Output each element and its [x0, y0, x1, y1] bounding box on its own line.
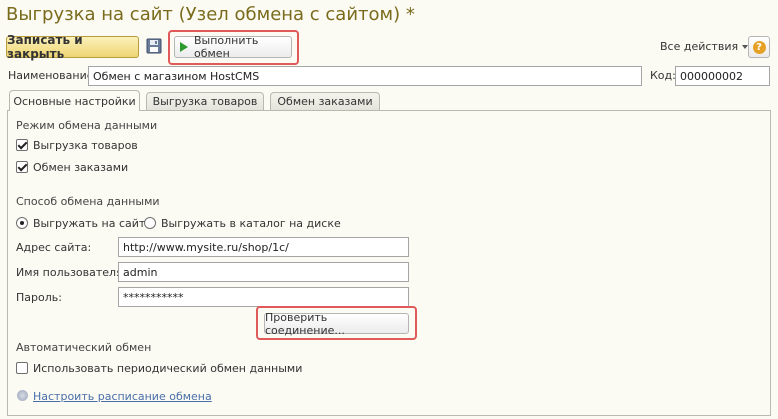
upload-to-disk-radio[interactable] [144, 217, 156, 229]
site-address-label: Адрес сайта: [16, 241, 92, 254]
upload-to-site-radio[interactable] [16, 217, 28, 229]
schedule-settings-link[interactable]: Настроить расписание обмена [33, 390, 212, 403]
username-input[interactable]: admin [118, 262, 409, 282]
periodic-exchange-checkbox[interactable] [16, 362, 28, 374]
help-icon: ? [752, 40, 766, 54]
name-input[interactable]: Обмен с магазином HostCMS [88, 66, 642, 86]
tab-orders-exchange[interactable]: Обмен заказами [270, 92, 380, 110]
orders-exchange-label: Обмен заказами [33, 161, 129, 174]
site-address-input[interactable]: http://www.mysite.ru/shop/1c/ [118, 237, 409, 257]
exchange-mode-heading: Режим обмена данными [16, 119, 158, 132]
code-input[interactable]: 000000002 [675, 66, 770, 86]
username-label: Имя пользователя: [16, 266, 127, 279]
tab-goods-export[interactable]: Выгрузка товаров [146, 92, 264, 110]
tab-main-settings[interactable]: Основные настройки [9, 90, 140, 111]
upload-to-site-label: Выгружать на сайт [33, 217, 146, 230]
help-button[interactable]: ? [748, 36, 770, 58]
password-input[interactable]: *********** [118, 287, 409, 307]
goods-export-checkbox[interactable] [16, 139, 28, 151]
password-label: Пароль: [16, 291, 62, 304]
save-icon[interactable] [146, 38, 162, 54]
goods-export-label: Выгрузка товаров [33, 139, 138, 152]
name-label: Наименование: [8, 69, 98, 82]
orders-exchange-checkbox[interactable] [16, 161, 28, 173]
periodic-exchange-label: Использовать периодический обмен данными [33, 362, 303, 375]
save-and-close-button[interactable]: Записать и закрыть [6, 33, 139, 61]
code-label: Код: [650, 69, 676, 82]
window-title: Выгрузка на сайт (Узел обмена с сайтом) … [6, 4, 415, 25]
upload-to-disk-label: Выгружать в каталог на диске [161, 217, 341, 230]
schedule-icon [17, 390, 28, 401]
highlight-frame [168, 30, 299, 65]
auto-exchange-heading: Автоматический обмен [16, 341, 152, 354]
highlight-frame [256, 306, 417, 340]
all-actions-label: Все действия [660, 40, 739, 53]
exchange-method-heading: Способ обмена данными [16, 195, 160, 208]
all-actions-menu[interactable]: Все действия [660, 40, 749, 53]
